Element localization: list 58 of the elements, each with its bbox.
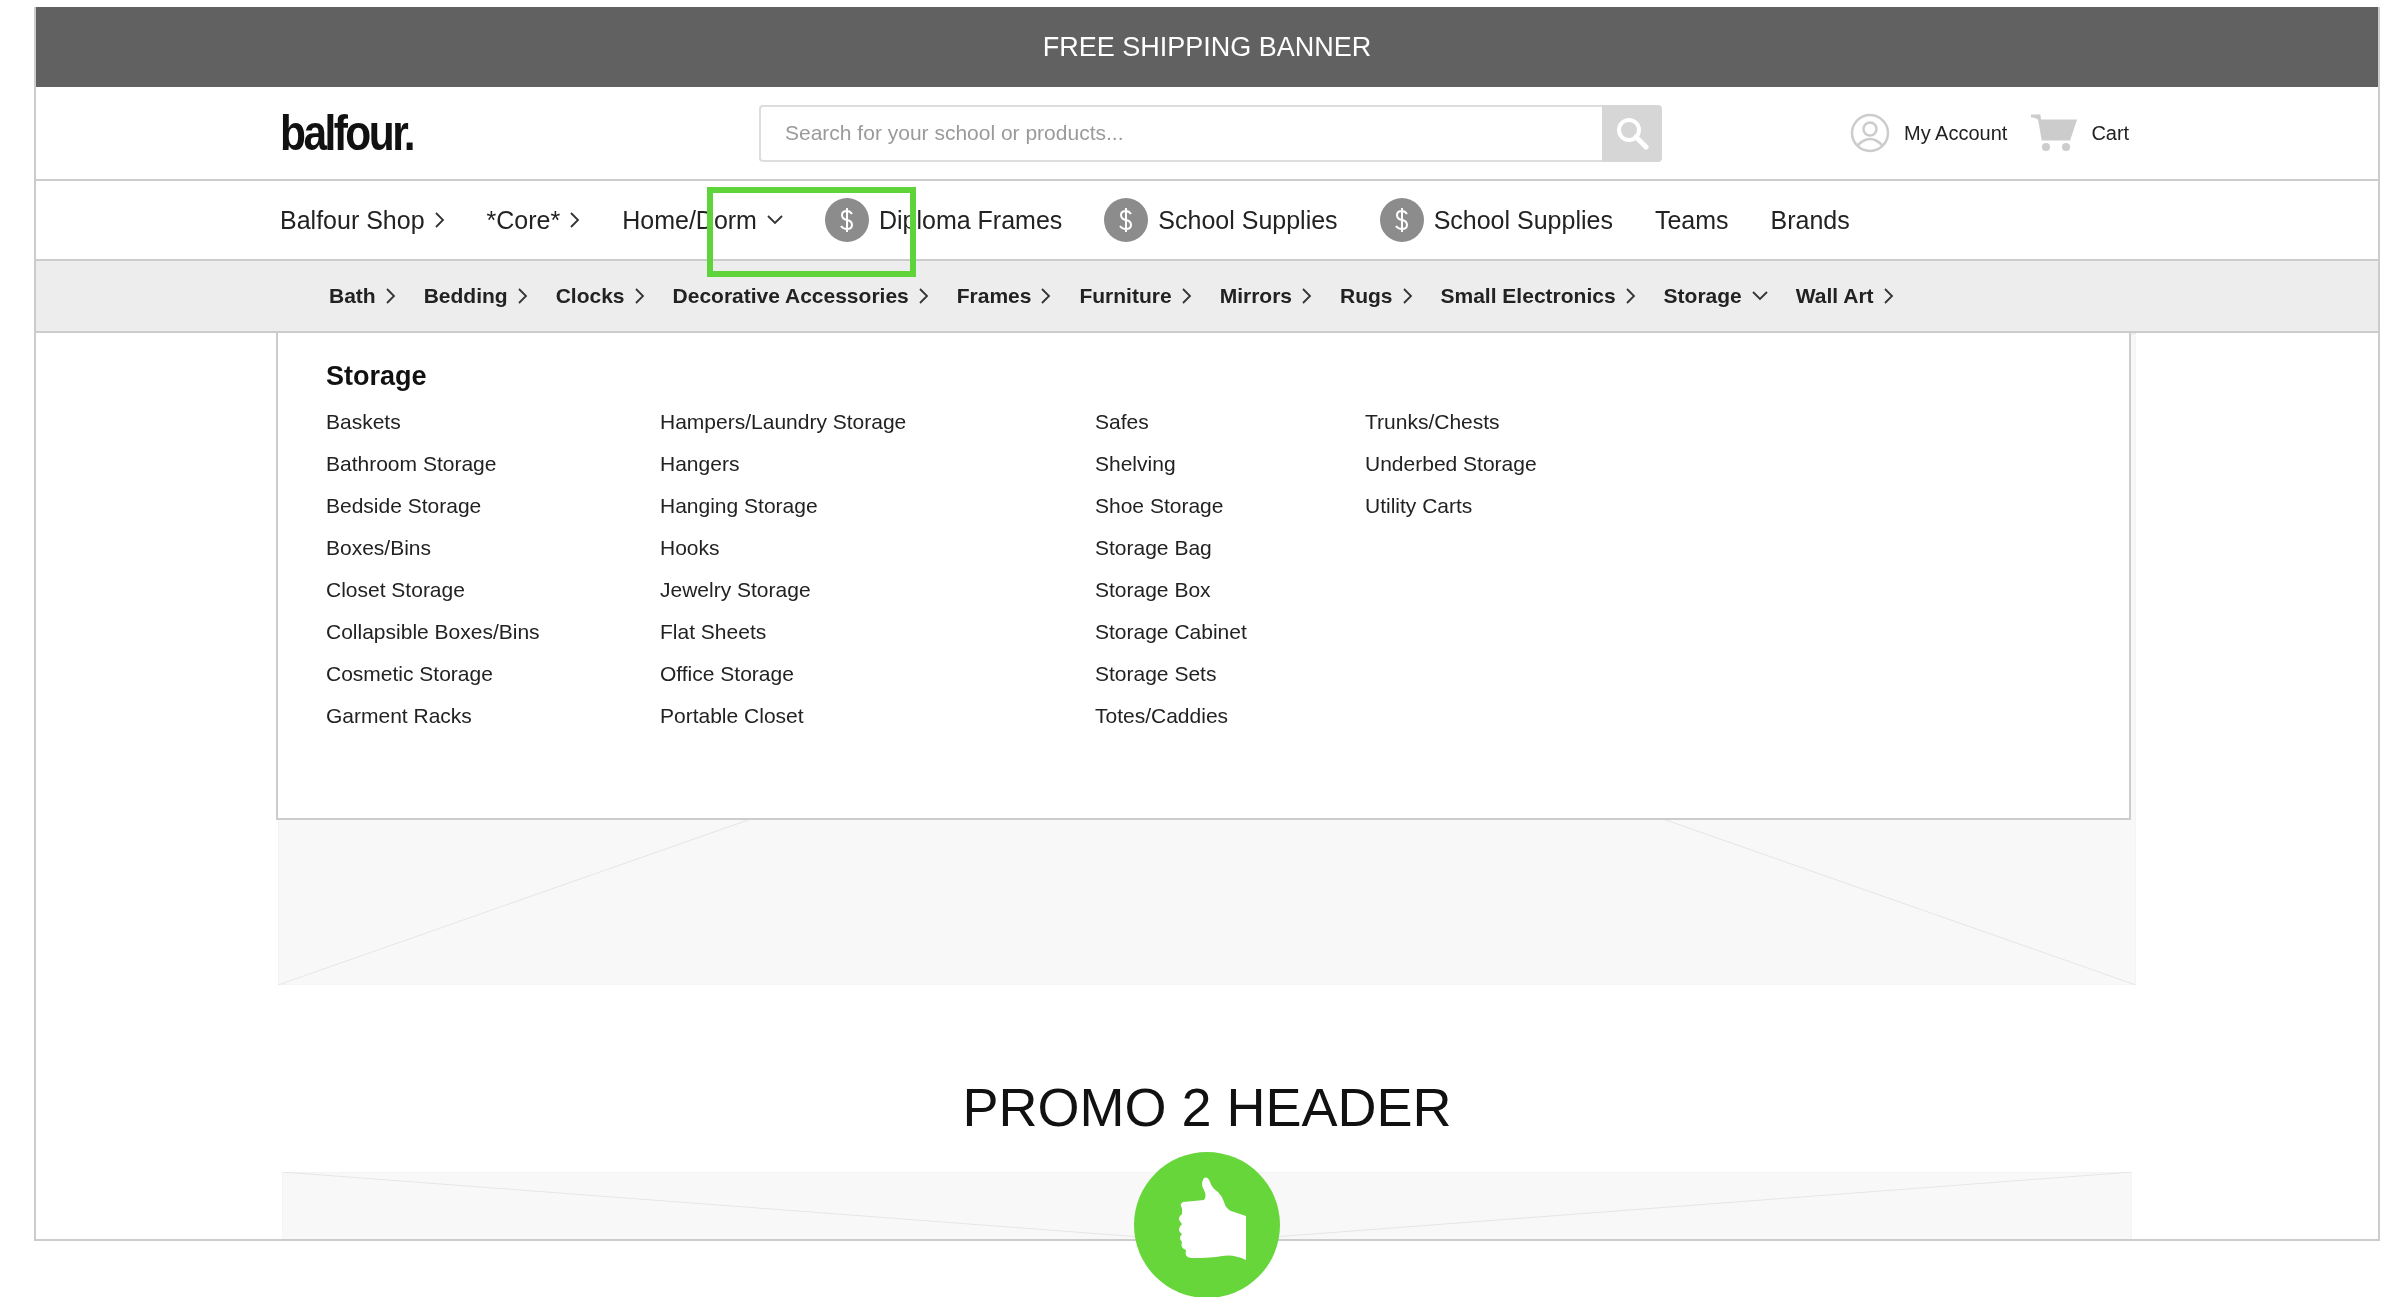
menu-link[interactable]: Garment Racks — [326, 702, 472, 730]
menu-link[interactable]: Shoe Storage — [1095, 492, 1224, 520]
menu-link[interactable]: Trunks/Chests — [1365, 408, 1500, 436]
dollar-icon — [824, 198, 869, 242]
account-icon — [1850, 113, 1890, 153]
nav-link[interactable]: School Supplies — [1433, 205, 1613, 235]
promo-header: PROMO 2 HEADER — [962, 1076, 1452, 1139]
nav-link[interactable]: Balfour Shop — [280, 205, 425, 235]
account-link[interactable]: My Account — [1904, 121, 2008, 145]
menu-link[interactable]: Safes — [1095, 408, 1149, 436]
dropdown-title: Storage — [326, 361, 428, 392]
menu-link[interactable]: Flat Sheets — [660, 618, 767, 646]
nav-link[interactable]: Teams — [1654, 205, 1729, 235]
menu-link[interactable]: Underbed Storage — [1365, 450, 1537, 478]
menu-link[interactable]: Portable Closet — [660, 702, 804, 730]
menu-link[interactable]: Boxes/Bins — [326, 534, 432, 562]
menu-link[interactable]: Totes/Caddies — [1095, 702, 1229, 730]
subnav-link[interactable]: Clocks — [555, 284, 625, 308]
menu-link[interactable]: Storage Box — [1095, 576, 1211, 604]
cart-icon — [2031, 113, 2078, 153]
menu-link[interactable]: Bedside Storage — [326, 492, 482, 520]
search-icon — [1615, 116, 1649, 150]
menu-link[interactable]: Baskets — [326, 408, 401, 436]
subnav-link[interactable]: Storage — [1663, 284, 1742, 308]
menu-link[interactable]: Jewelry Storage — [660, 576, 811, 604]
search-button[interactable] — [1602, 104, 1662, 162]
menu-link[interactable]: Hooks — [660, 534, 720, 562]
menu-link[interactable]: Hanging Storage — [660, 492, 818, 520]
menu-link[interactable]: Closet Storage — [326, 576, 465, 604]
subnav-link[interactable]: Wall Art — [1795, 284, 1874, 308]
subnav-link[interactable]: Bedding — [423, 284, 508, 308]
subnav-link[interactable]: Rugs — [1340, 284, 1393, 308]
shipping-banner: FREE SHIPPING BANNER — [36, 7, 2378, 87]
cart-link[interactable]: Cart — [2091, 121, 2130, 145]
nav-link[interactable]: *Core* — [486, 205, 561, 235]
logo[interactable]: balfour. — [280, 104, 688, 162]
dollar-icon — [1104, 198, 1149, 242]
menu-link[interactable]: Storage Cabinet — [1095, 618, 1247, 646]
subnav-link[interactable]: Furniture — [1079, 284, 1172, 308]
subnav-link[interactable]: Decorative Accessories — [672, 284, 909, 308]
subnav-link[interactable]: Mirrors — [1219, 284, 1292, 308]
search-field[interactable]: Search for your school or products... — [759, 104, 1602, 162]
menu-link[interactable]: Hampers/Laundry Storage — [660, 408, 907, 436]
menu-link[interactable]: Cosmetic Storage — [326, 660, 493, 688]
menu-link[interactable]: Shelving — [1095, 450, 1176, 478]
menu-link[interactable]: Collapsible Boxes/Bins — [326, 618, 540, 646]
menu-link[interactable]: Storage Sets — [1095, 660, 1217, 688]
nav-link[interactable]: Brands — [1770, 205, 1850, 235]
menu-link[interactable]: Bathroom Storage — [326, 450, 497, 478]
menu-link[interactable]: Storage Bag — [1095, 534, 1212, 562]
menu-link[interactable]: Hangers — [660, 450, 740, 478]
subnav-link[interactable]: Small Electronics — [1440, 284, 1616, 308]
subnav-link[interactable]: Frames — [956, 284, 1032, 308]
menu-link[interactable]: Utility Carts — [1365, 492, 1473, 520]
dollar-icon — [1379, 198, 1424, 242]
nav-link[interactable]: School Supplies — [1158, 205, 1338, 235]
menu-link[interactable]: Office Storage — [660, 660, 794, 688]
subnav-link[interactable]: Bath — [329, 284, 376, 308]
